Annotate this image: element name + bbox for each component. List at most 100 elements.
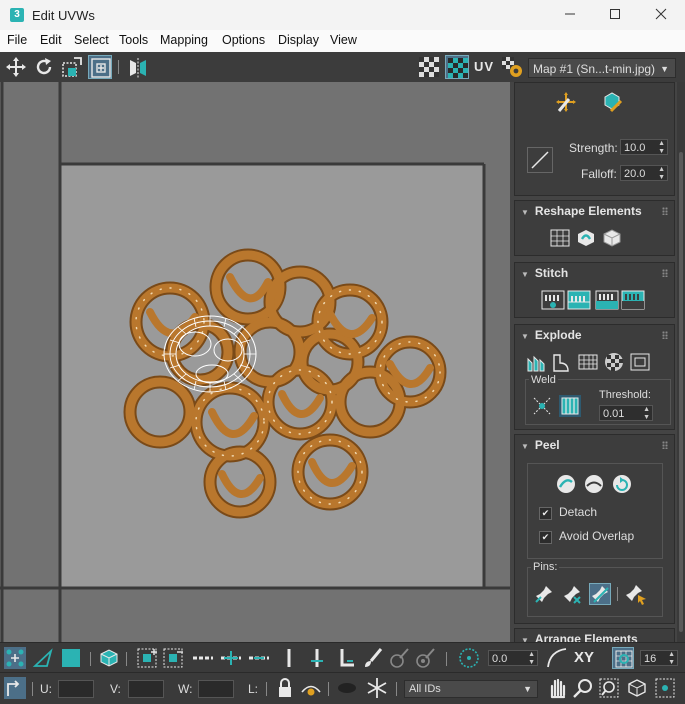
weld-selected-button[interactable] xyxy=(531,395,553,417)
uv-label[interactable]: UV xyxy=(474,59,494,74)
uv-settings-button[interactable] xyxy=(500,55,524,79)
uv-viewport[interactable] xyxy=(0,82,510,642)
grow-loop-button[interactable] xyxy=(220,647,242,669)
move-tool-button[interactable] xyxy=(4,55,28,79)
falloff-curve-button[interactable] xyxy=(546,647,568,669)
menu-display[interactable]: Display xyxy=(278,33,319,47)
relax-brush-button[interactable] xyxy=(601,91,623,113)
vertex-mode-button[interactable] xyxy=(4,647,26,669)
menu-view[interactable]: View xyxy=(330,33,357,47)
paint-move-icon xyxy=(556,92,576,112)
relax-settings-button[interactable] xyxy=(601,227,623,249)
xy-label[interactable]: XY xyxy=(574,649,594,666)
explode-by-polygroup-button[interactable] xyxy=(525,351,547,373)
material-id-dropdown[interactable]: All IDs ▼ xyxy=(404,680,538,698)
menu-tools[interactable]: Tools xyxy=(119,33,148,47)
menu-options[interactable]: Options xyxy=(222,33,265,47)
unhide-button[interactable] xyxy=(336,677,358,699)
peel-mode-button[interactable] xyxy=(583,473,605,495)
brush-shrink-icon xyxy=(416,648,435,668)
loop-select-button[interactable] xyxy=(192,647,214,669)
zoom-selected-button[interactable] xyxy=(654,677,676,699)
w-field[interactable] xyxy=(198,680,234,698)
peel-header[interactable]: ▼ Peel xyxy=(515,435,674,455)
drag-handle-icon[interactable] xyxy=(662,331,668,339)
stitch-source-button[interactable] xyxy=(595,289,619,311)
stitch-custom-button[interactable] xyxy=(621,289,645,311)
uv-canvas[interactable] xyxy=(0,82,510,642)
grow-selection-button[interactable] xyxy=(136,647,158,669)
threshold-spinner[interactable]: 0.01 ▲ ▼ xyxy=(599,405,653,421)
paint-move-button[interactable] xyxy=(555,91,577,113)
grid-size-spinner[interactable]: 16 ▲ ▼ xyxy=(640,650,678,666)
explode-header[interactable]: ▼ Explode xyxy=(515,325,674,345)
quick-peel-button[interactable] xyxy=(555,473,577,495)
angle-spinner[interactable]: 0.0 ▲ ▼ xyxy=(488,650,538,666)
scrollbar-thumb[interactable] xyxy=(679,152,683,632)
weld-target-button[interactable] xyxy=(559,395,581,417)
menu-file[interactable]: File xyxy=(7,33,27,47)
explode-flatten-button[interactable] xyxy=(629,351,651,373)
ring-select-button[interactable] xyxy=(278,647,300,669)
rotate-tool-button[interactable] xyxy=(32,55,56,79)
close-button[interactable] xyxy=(638,0,684,30)
straighten-button[interactable] xyxy=(549,227,571,249)
explode-checker-button[interactable] xyxy=(603,351,625,373)
zoom-region-button[interactable] xyxy=(598,677,620,699)
pin-button[interactable] xyxy=(533,583,555,605)
paint-shrink-button[interactable] xyxy=(414,647,436,669)
soft-selection-button[interactable] xyxy=(458,647,480,669)
shrink-selection-button[interactable] xyxy=(162,647,184,669)
drag-handle-icon[interactable] xyxy=(662,269,668,277)
u-field[interactable] xyxy=(58,680,94,698)
shrink-loop-button[interactable] xyxy=(248,647,270,669)
menu-edit[interactable]: Edit xyxy=(40,33,62,47)
explode-by-smoothing-button[interactable] xyxy=(551,351,573,373)
reshape-elements-header[interactable]: ▼ Reshape Elements xyxy=(515,201,674,221)
checker-texture-button[interactable] xyxy=(445,55,469,79)
avoid-overlap-checkbox[interactable]: ✔ xyxy=(539,531,552,544)
edge-mode-button[interactable] xyxy=(32,647,54,669)
hide-selection-button[interactable] xyxy=(300,677,322,699)
freeform-tool-button[interactable] xyxy=(88,55,112,79)
stitch-header[interactable]: ▼ Stitch xyxy=(515,263,674,283)
detach-checkbox[interactable]: ✔ xyxy=(539,507,552,520)
grid-snap-button[interactable] xyxy=(612,647,634,669)
shrink-ring-button[interactable] xyxy=(334,647,356,669)
grow-ring-button[interactable] xyxy=(306,647,328,669)
auto-pin-button[interactable] xyxy=(589,583,611,605)
map-selector-dropdown[interactable]: Map #1 (Sn...t-min.jpg) ▼ xyxy=(528,58,676,78)
maximize-button[interactable] xyxy=(592,0,638,30)
arrange-elements-header[interactable]: ▼ Arrange Elements xyxy=(515,629,674,642)
menu-mapping[interactable]: Mapping xyxy=(160,33,208,47)
absolute-offset-toggle[interactable] xyxy=(4,677,26,699)
drag-handle-icon[interactable] xyxy=(662,207,668,215)
zoom-extents-button[interactable] xyxy=(626,677,648,699)
stitch-to-target-button[interactable] xyxy=(541,289,565,311)
paint-select-button[interactable] xyxy=(362,647,384,669)
unpin-button[interactable] xyxy=(561,583,583,605)
zoom-button[interactable] xyxy=(572,677,594,699)
scale-tool-button[interactable] xyxy=(60,55,84,79)
minimize-button[interactable] xyxy=(547,0,593,30)
menu-select[interactable]: Select xyxy=(74,33,109,47)
explode-by-material-button[interactable] xyxy=(577,351,599,373)
lock-selection-button[interactable] xyxy=(274,677,296,699)
pan-button[interactable] xyxy=(546,677,568,699)
paint-grow-button[interactable] xyxy=(388,647,410,669)
drag-handle-icon[interactable] xyxy=(662,441,668,449)
mirror-tool-button[interactable] xyxy=(126,55,150,79)
checker-pattern-button[interactable] xyxy=(417,55,441,79)
select-pins-button[interactable] xyxy=(625,583,647,605)
relax-until-flat-button[interactable] xyxy=(575,227,597,249)
v-field[interactable] xyxy=(128,680,164,698)
stitch-average-button[interactable] xyxy=(567,289,591,311)
brush-falloff-button[interactable] xyxy=(527,147,553,173)
strength-spinner[interactable]: 10.0 ▲ ▼ xyxy=(620,139,668,155)
face-mode-button[interactable] xyxy=(60,647,82,669)
element-mode-button[interactable] xyxy=(98,647,120,669)
freeze-button[interactable] xyxy=(366,677,388,699)
panel-scrollbar[interactable] xyxy=(677,82,685,642)
falloff-spinner[interactable]: 20.0 ▲ ▼ xyxy=(620,165,668,181)
peel-reset-button[interactable] xyxy=(611,473,633,495)
